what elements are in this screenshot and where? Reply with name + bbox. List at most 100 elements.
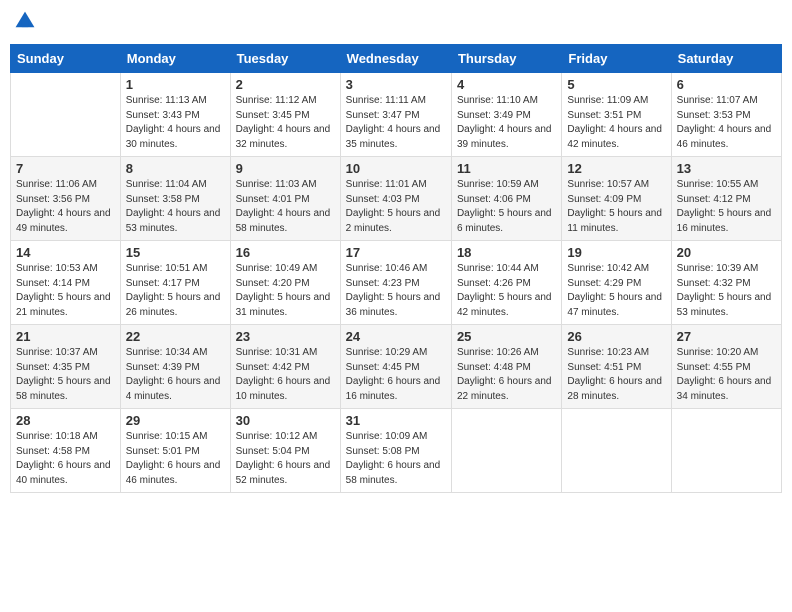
day-number: 26	[567, 329, 665, 344]
calendar-day-cell: 7 Sunrise: 11:06 AMSunset: 3:56 PMDayligh…	[11, 157, 121, 241]
day-number: 3	[346, 77, 446, 92]
day-number: 27	[677, 329, 776, 344]
calendar-day-cell: 5Sunrise: 11:09 AMSunset: 3:51 PMDayligh…	[562, 73, 671, 157]
day-info: Sunrise: 10:29 AMSunset: 4:45 PMDaylight…	[346, 346, 446, 404]
weekday-header: Thursday	[451, 45, 561, 73]
day-info: Sunrise: 11:10 AMSunset: 3:49 PMDaylight…	[457, 94, 556, 152]
day-number: 12	[567, 161, 665, 176]
calendar-day-cell: 10 Sunrise: 11:01 AMSunset: 4:03 PMDaylig…	[340, 157, 451, 241]
calendar-week-row: 21Sunrise: 10:37 AMSunset: 4:35 PMDaylig…	[11, 325, 782, 409]
logo-icon	[14, 10, 36, 32]
day-number: 20	[677, 245, 776, 260]
calendar-week-row: 1 Sunrise: 11:13 AMSunset: 3:43 PMDayligh…	[11, 73, 782, 157]
calendar-day-cell: 28 Sunrise: 10:18 AMSunset: 4:58 PMDaylig…	[11, 409, 121, 493]
day-number: 1	[126, 77, 225, 92]
day-info: Sunrise: 10:34 AMSunset: 4:39 PMDaylight…	[126, 346, 225, 404]
calendar-day-cell	[451, 409, 561, 493]
calendar-day-cell: 23 Sunrise: 10:31 AMSunset: 4:42 PMDaylig…	[230, 325, 340, 409]
day-number: 14	[16, 245, 115, 260]
calendar-day-cell	[11, 73, 121, 157]
day-number: 31	[346, 413, 446, 428]
calendar-day-cell: 19 Sunrise: 10:42 AMSunset: 4:29 PMDaylig…	[562, 241, 671, 325]
day-number: 16	[236, 245, 335, 260]
calendar-header-row: SundayMondayTuesdayWednesdayThursdayFrid…	[11, 45, 782, 73]
day-info: Sunrise: 10:46 AMSunset: 4:23 PMDaylight…	[346, 262, 446, 320]
day-info: Sunrise: 10:15 AMSunset: 5:01 PMDaylight…	[126, 430, 225, 488]
day-info: Sunrise: 10:23 AMSunset: 4:51 PMDaylight…	[567, 346, 665, 404]
day-number: 5	[567, 77, 665, 92]
calendar-table: SundayMondayTuesdayWednesdayThursdayFrid…	[10, 44, 782, 493]
day-info: Sunrise: 10:31 AMSunset: 4:42 PMDaylight…	[236, 346, 335, 404]
calendar-day-cell: 26 Sunrise: 10:23 AMSunset: 4:51 PMDaylig…	[562, 325, 671, 409]
day-number: 7	[16, 161, 115, 176]
calendar-day-cell: 3 Sunrise: 11:11 AMSunset: 3:47 PMDayligh…	[340, 73, 451, 157]
day-info: Sunrise: 10:26 AMSunset: 4:48 PMDaylight…	[457, 346, 556, 404]
day-number: 29	[126, 413, 225, 428]
weekday-header: Sunday	[11, 45, 121, 73]
day-number: 15	[126, 245, 225, 260]
day-info: Sunrise: 11:12 AMSunset: 3:45 PMDaylight…	[236, 94, 335, 152]
calendar-week-row: 14 Sunrise: 10:53 AMSunset: 4:14 PMDaylig…	[11, 241, 782, 325]
day-number: 17	[346, 245, 446, 260]
calendar-week-row: 28 Sunrise: 10:18 AMSunset: 4:58 PMDaylig…	[11, 409, 782, 493]
calendar-day-cell: 2 Sunrise: 11:12 AMSunset: 3:45 PMDayligh…	[230, 73, 340, 157]
calendar-day-cell: 25Sunrise: 10:26 AMSunset: 4:48 PMDaylig…	[451, 325, 561, 409]
day-number: 13	[677, 161, 776, 176]
day-number: 22	[126, 329, 225, 344]
calendar-day-cell: 24 Sunrise: 10:29 AMSunset: 4:45 PMDaylig…	[340, 325, 451, 409]
weekday-header: Monday	[120, 45, 230, 73]
calendar-day-cell: 30Sunrise: 10:12 AMSunset: 5:04 PMDaylig…	[230, 409, 340, 493]
day-info: Sunrise: 10:39 AMSunset: 4:32 PMDaylight…	[677, 262, 776, 320]
calendar-day-cell: 1 Sunrise: 11:13 AMSunset: 3:43 PMDayligh…	[120, 73, 230, 157]
day-number: 2	[236, 77, 335, 92]
day-number: 24	[346, 329, 446, 344]
day-number: 11	[457, 161, 556, 176]
calendar-day-cell: 31 Sunrise: 10:09 AMSunset: 5:08 PMDaylig…	[340, 409, 451, 493]
calendar-day-cell: 14 Sunrise: 10:53 AMSunset: 4:14 PMDaylig…	[11, 241, 121, 325]
calendar-day-cell: 29 Sunrise: 10:15 AMSunset: 5:01 PMDaylig…	[120, 409, 230, 493]
day-info: Sunrise: 10:53 AMSunset: 4:14 PMDaylight…	[16, 262, 115, 320]
day-info: Sunrise: 10:51 AMSunset: 4:17 PMDaylight…	[126, 262, 225, 320]
day-number: 6	[677, 77, 776, 92]
calendar-day-cell: 9 Sunrise: 11:03 AMSunset: 4:01 PMDayligh…	[230, 157, 340, 241]
calendar-week-row: 7 Sunrise: 11:06 AMSunset: 3:56 PMDayligh…	[11, 157, 782, 241]
day-info: Sunrise: 10:44 AMSunset: 4:26 PMDaylight…	[457, 262, 556, 320]
day-number: 30	[236, 413, 335, 428]
logo	[14, 10, 38, 36]
day-number: 23	[236, 329, 335, 344]
day-number: 10	[346, 161, 446, 176]
day-info: Sunrise: 11:11 AMSunset: 3:47 PMDaylight…	[346, 94, 446, 152]
weekday-header: Tuesday	[230, 45, 340, 73]
calendar-day-cell: 27 Sunrise: 10:20 AMSunset: 4:55 PMDaylig…	[671, 325, 781, 409]
calendar-day-cell: 20 Sunrise: 10:39 AMSunset: 4:32 PMDaylig…	[671, 241, 781, 325]
day-number: 28	[16, 413, 115, 428]
day-info: Sunrise: 11:13 AMSunset: 3:43 PMDaylight…	[126, 94, 225, 152]
day-info: Sunrise: 10:18 AMSunset: 4:58 PMDaylight…	[16, 430, 115, 488]
calendar-day-cell: 22 Sunrise: 10:34 AMSunset: 4:39 PMDaylig…	[120, 325, 230, 409]
day-info: Sunrise: 11:06 AMSunset: 3:56 PMDaylight…	[16, 178, 115, 236]
calendar-day-cell: 16 Sunrise: 10:49 AMSunset: 4:20 PMDaylig…	[230, 241, 340, 325]
calendar-day-cell: 4 Sunrise: 11:10 AMSunset: 3:49 PMDayligh…	[451, 73, 561, 157]
day-info: Sunrise: 11:04 AMSunset: 3:58 PMDaylight…	[126, 178, 225, 236]
calendar-day-cell: 17 Sunrise: 10:46 AMSunset: 4:23 PMDaylig…	[340, 241, 451, 325]
day-info: Sunrise: 11:07 AMSunset: 3:53 PMDaylight…	[677, 94, 776, 152]
day-number: 4	[457, 77, 556, 92]
day-number: 19	[567, 245, 665, 260]
page-header	[10, 10, 782, 36]
day-info: Sunrise: 10:57 AMSunset: 4:09 PMDaylight…	[567, 178, 665, 236]
calendar-day-cell: 11Sunrise: 10:59 AMSunset: 4:06 PMDaylig…	[451, 157, 561, 241]
day-info: Sunrise: 11:01 AMSunset: 4:03 PMDaylight…	[346, 178, 446, 236]
day-info: Sunrise: 11:03 AMSunset: 4:01 PMDaylight…	[236, 178, 335, 236]
weekday-header: Saturday	[671, 45, 781, 73]
calendar-day-cell: 6 Sunrise: 11:07 AMSunset: 3:53 PMDayligh…	[671, 73, 781, 157]
calendar-day-cell: 21Sunrise: 10:37 AMSunset: 4:35 PMDaylig…	[11, 325, 121, 409]
calendar-day-cell: 12 Sunrise: 10:57 AMSunset: 4:09 PMDaylig…	[562, 157, 671, 241]
day-number: 21	[16, 329, 115, 344]
day-number: 9	[236, 161, 335, 176]
day-info: Sunrise: 10:42 AMSunset: 4:29 PMDaylight…	[567, 262, 665, 320]
day-info: Sunrise: 10:49 AMSunset: 4:20 PMDaylight…	[236, 262, 335, 320]
day-info: Sunrise: 10:20 AMSunset: 4:55 PMDaylight…	[677, 346, 776, 404]
calendar-day-cell: 15 Sunrise: 10:51 AMSunset: 4:17 PMDaylig…	[120, 241, 230, 325]
day-info: Sunrise: 10:09 AMSunset: 5:08 PMDaylight…	[346, 430, 446, 488]
calendar-day-cell	[562, 409, 671, 493]
